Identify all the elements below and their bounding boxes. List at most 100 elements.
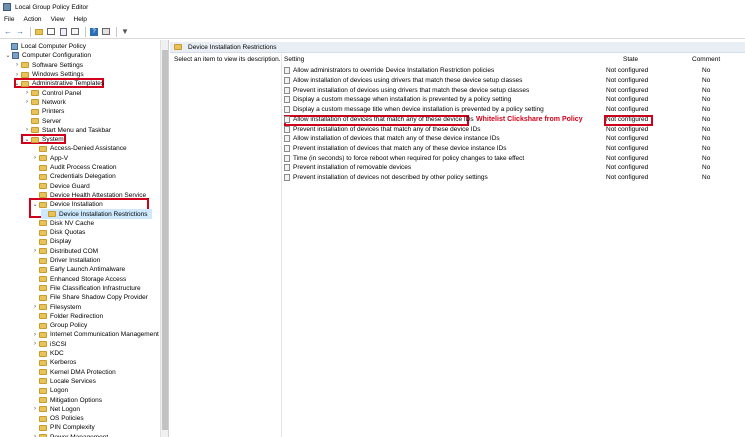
tree-item[interactable]: Device Health Attestation Service [32, 191, 146, 200]
chevron-right-icon[interactable]: › [32, 154, 38, 162]
toolbar-separator [85, 26, 86, 37]
policy-row[interactable]: Display a custom message title when devi… [282, 105, 742, 115]
folder-icon [31, 90, 39, 97]
policy-row[interactable]: Allow installation of devices that match… [282, 115, 742, 125]
tree-item[interactable]: Disk NV Cache [32, 219, 94, 228]
tree-item[interactable]: ⌄ Computer Configuration [5, 51, 91, 60]
policy-row[interactable]: Prevent installation of devices that mat… [282, 124, 742, 134]
help-icon[interactable]: ? [89, 27, 99, 37]
tree-item[interactable]: Kerberos [32, 358, 76, 367]
chevron-right-icon[interactable]: › [14, 61, 20, 69]
tree-item[interactable]: › Filesystem [32, 302, 81, 311]
tree-item[interactable]: › Net Logon [32, 405, 80, 414]
tree-item[interactable]: › Windows Settings [14, 70, 84, 79]
chevron-right-icon[interactable]: › [32, 340, 38, 348]
policy-row[interactable]: Prevent installation of devices that mat… [282, 144, 742, 154]
tree-item[interactable]: OS Policies [32, 414, 84, 423]
tree-item[interactable]: › Start Menu and Taskbar [24, 126, 111, 135]
policy-row[interactable]: Display a custom message when installati… [282, 95, 742, 105]
chevron-right-icon[interactable]: › [32, 247, 38, 255]
tree-item[interactable]: Locale Services [32, 377, 96, 386]
tree-item[interactable]: › Control Panel [24, 89, 81, 98]
chevron-right-icon[interactable]: › [32, 303, 38, 311]
export-list-icon[interactable] [58, 27, 68, 37]
show-hide-tree-icon[interactable] [46, 27, 56, 37]
tree-item[interactable]: ⌄ Administrative Templates [14, 79, 104, 88]
tree-scrollbar-thumb[interactable] [162, 50, 168, 430]
tree-item[interactable]: Disk Quotas [32, 228, 85, 237]
chevron-right-icon[interactable]: › [24, 98, 30, 106]
policy-row[interactable]: Prevent installation of devices not desc… [282, 173, 742, 183]
policy-row[interactable]: Allow installation of devices using driv… [282, 76, 742, 86]
policy-row[interactable]: Prevent installation of removable device… [282, 163, 742, 173]
tree-item[interactable]: Local Computer Policy [4, 42, 86, 51]
chevron-right-icon[interactable]: › [32, 331, 38, 339]
policy-comment: No [702, 154, 711, 162]
chevron-down-icon[interactable]: ⌄ [14, 80, 20, 88]
chevron-right-icon[interactable]: › [14, 71, 20, 79]
policy-row[interactable]: Allow installation of devices that match… [282, 134, 742, 144]
chevron-right-icon[interactable]: › [32, 405, 38, 413]
chevron-down-icon[interactable]: ⌄ [24, 136, 30, 144]
tree-item[interactable]: Printers [24, 107, 64, 116]
tree-item[interactable]: › Network [24, 98, 66, 107]
tree-item-label: Windows Settings [32, 71, 84, 79]
chevron-right-icon[interactable]: › [24, 89, 30, 97]
tree-scrollbar[interactable] [160, 40, 168, 437]
tree-item[interactable]: › App-V [32, 154, 68, 163]
forward-arrow-icon[interactable]: → [15, 27, 25, 37]
policy-row[interactable]: Allow administrators to override Device … [282, 66, 742, 76]
tree-item[interactable]: ›Power Management [32, 433, 108, 437]
tree-item[interactable]: Kernel DMA Protection [32, 368, 116, 377]
tree-item[interactable]: › Internet Communication Management [32, 330, 159, 339]
up-folder-icon[interactable] [34, 27, 44, 37]
tree-item[interactable]: Device Installation Restrictions [41, 209, 152, 219]
policy-comment: No [702, 125, 711, 133]
tree-item-label: iSCSI [50, 340, 67, 348]
tree-item[interactable]: Early Launch Antimalware [32, 265, 125, 274]
back-arrow-icon[interactable]: ← [3, 27, 13, 37]
tree-item[interactable]: Group Policy [32, 321, 87, 330]
tree-item-label: Internet Communication Management [50, 331, 159, 339]
tree-item[interactable]: › iSCSI [32, 340, 67, 349]
menu-file[interactable]: File [4, 16, 14, 23]
filter-icon[interactable]: ▼ [120, 27, 130, 37]
tree-item[interactable]: ⌄ Device Installation [32, 200, 102, 209]
tree-item[interactable]: Driver Installation [32, 256, 100, 265]
tree-item[interactable]: Device Guard [32, 182, 90, 191]
menu-action[interactable]: Action [23, 16, 41, 23]
tree-item[interactable]: Credentials Delegation [32, 172, 116, 181]
tree-item[interactable]: Server [24, 116, 61, 125]
tree-item[interactable]: Access-Denied Assistance [32, 144, 127, 153]
tree-item[interactable]: File Share Shadow Copy Provider [32, 293, 148, 302]
tree-item[interactable]: › Software Settings [14, 61, 83, 70]
tree-item[interactable]: Display [32, 237, 71, 246]
column-header-state[interactable]: State [623, 56, 638, 65]
tree-item[interactable]: Logon [32, 386, 68, 395]
tree-item[interactable]: PIN Complexity [32, 423, 95, 432]
menu-help[interactable]: Help [74, 16, 87, 23]
tree-item[interactable]: Audit Process Creation [32, 163, 116, 172]
tree-item[interactable]: KDC [32, 349, 64, 358]
tree-item[interactable]: Enhanced Storage Access [32, 275, 126, 284]
tree-item[interactable]: Mitigation Options [32, 395, 102, 404]
chevron-right-icon[interactable]: › [32, 433, 38, 437]
policy-setting-icon [284, 106, 290, 114]
folder-icon [39, 415, 47, 422]
properties-icon[interactable] [70, 27, 80, 37]
chevron-down-icon[interactable]: ⌄ [32, 201, 38, 209]
chevron-down-icon[interactable]: ⌄ [5, 52, 11, 60]
policy-row[interactable]: Time (in seconds) to force reboot when r… [282, 153, 742, 163]
menu-view[interactable]: View [51, 16, 65, 23]
tree-item[interactable]: › Distributed COM [32, 247, 98, 256]
column-header-comment[interactable]: Comment [692, 56, 720, 65]
tree-item[interactable]: Folder Redirection [32, 312, 103, 321]
tree-item[interactable]: File Classification Infrastructure [32, 284, 141, 293]
column-header-setting[interactable]: Setting [284, 56, 304, 65]
policy-row[interactable]: Prevent installation of devices using dr… [282, 85, 742, 95]
view-icon[interactable] [101, 27, 111, 37]
chevron-right-icon[interactable]: › [24, 126, 30, 134]
tree-item[interactable]: ⌄ System [24, 135, 63, 144]
